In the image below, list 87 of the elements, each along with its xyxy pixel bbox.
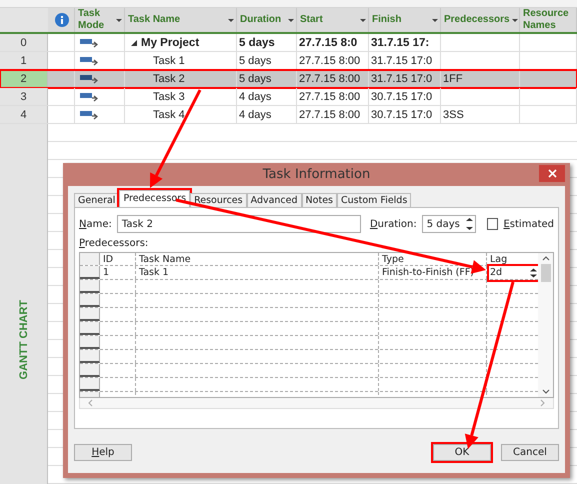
table-cell: Task 2	[153, 72, 185, 84]
spinner-icon	[529, 266, 538, 278]
help-button[interactable]: Help	[74, 444, 132, 460]
table-cell: 30.7.15 17:0	[371, 90, 432, 102]
grid-cell: Task 1	[139, 267, 169, 278]
info-icon	[54, 13, 68, 27]
tab[interactable]: Notes	[302, 193, 337, 207]
table-cell: My Project	[141, 36, 200, 48]
scroll-down-icon	[542, 389, 550, 394]
table-cell: 5 days	[239, 54, 272, 66]
row-selector[interactable]	[80, 336, 100, 349]
table-cell: 27.7.15 8:00	[299, 54, 360, 66]
row-number: 0	[0, 34, 48, 51]
spinner-icon	[465, 216, 474, 232]
table-cell: 1FF	[443, 72, 463, 84]
close-button[interactable]	[539, 165, 565, 182]
table-cell: 30.7.15 17:0	[371, 108, 432, 120]
scroll-up-icon	[542, 256, 550, 261]
column-header[interactable]: Finish	[372, 14, 430, 26]
row-number: 4	[0, 106, 48, 123]
task-mode-icon	[80, 92, 98, 102]
table-cell: Task 4	[153, 108, 185, 120]
row-selector[interactable]	[80, 308, 100, 321]
name-field[interactable]: Task 2	[116, 215, 361, 233]
column-header[interactable]: Task Name	[139, 254, 191, 264]
lag-field[interactable]: 2d	[490, 266, 538, 278]
table-cell: 31.7.15 17:0	[371, 72, 432, 84]
cancel-button[interactable]: Cancel	[501, 444, 559, 460]
table-cell: 5 days	[239, 36, 275, 48]
row-number: 2	[0, 70, 48, 87]
column-header[interactable]: Start	[300, 14, 358, 26]
column-header[interactable]: Lag	[490, 254, 508, 264]
column-header[interactable]: Duration	[240, 14, 286, 26]
column-header[interactable]: Task Name	[128, 14, 226, 26]
table-cell: 27.7.15 8:00	[299, 108, 360, 120]
tab[interactable]: Custom Fields	[337, 193, 412, 207]
row-selector[interactable]	[80, 294, 100, 307]
scrollbar[interactable]	[79, 398, 554, 409]
row-selector[interactable]	[80, 364, 100, 377]
table-cell: 31.7.15 17:	[371, 36, 430, 48]
column-header[interactable]: Task Mode	[78, 8, 114, 32]
task-mode-icon	[80, 74, 98, 84]
name-label: Name:	[79, 218, 112, 230]
table-cell: Task 1	[153, 54, 185, 66]
section-label: Predecessors:	[79, 238, 150, 249]
scrollbar[interactable]	[538, 253, 553, 397]
table-cell: 4 days	[239, 90, 272, 102]
row-number: 1	[0, 52, 48, 69]
row-selector[interactable]	[80, 280, 100, 293]
task-mode-icon	[80, 110, 98, 120]
checkbox-label: Estimated	[503, 218, 554, 230]
column-header[interactable]: ID	[103, 254, 114, 264]
table-row[interactable]: 3 Task 3 4 days 27.7.15 8:00 30.7.15 17:0	[0, 88, 577, 106]
row-selector[interactable]	[80, 378, 100, 391]
checkbox[interactable]	[487, 218, 498, 230]
collapse-icon	[131, 40, 137, 46]
table-cell: 27.7.15 8:00	[299, 90, 360, 102]
tab[interactable]: Resources	[190, 193, 247, 207]
duration-field[interactable]: 5 days	[422, 215, 476, 233]
table-cell: 27.7.15 8:00	[299, 72, 360, 84]
row-selector[interactable]	[80, 322, 100, 335]
tab[interactable]: Advanced	[246, 193, 302, 207]
column-header[interactable]: Predecessors	[444, 14, 510, 26]
duration-label: Duration:	[370, 218, 417, 230]
table-cell: 5 days	[239, 72, 272, 84]
tab[interactable]: Predecessors	[119, 190, 190, 207]
grid-cell: 1	[103, 267, 110, 278]
table-row[interactable]: 0 My Project 5 days 27.7.15 8:0 31.7.15 17:	[0, 34, 577, 52]
table-cell: 4 days	[239, 108, 272, 120]
dialog-title: Task Information	[262, 167, 370, 182]
tab[interactable]: General	[74, 193, 120, 207]
ok-button[interactable]: OK	[433, 444, 491, 460]
view-label: GANTT CHART	[18, 300, 30, 379]
row-number: 3	[0, 88, 48, 105]
row-selector[interactable]	[80, 266, 100, 279]
table-cell: 27.7.15 8:0	[299, 36, 358, 48]
close-icon	[548, 169, 556, 178]
row-selector[interactable]	[80, 350, 100, 363]
table-cell: Task 3	[153, 90, 185, 102]
task-mode-icon	[80, 56, 98, 66]
column-header[interactable]: Type	[382, 254, 404, 264]
scroll-thumb[interactable]	[540, 264, 550, 282]
task-mode-icon	[80, 38, 98, 48]
table-cell: 3SS	[443, 108, 464, 120]
column-header[interactable]: Resource Names	[523, 8, 574, 32]
table-cell: 31.7.15 17:0	[371, 54, 432, 66]
table-row[interactable]: 2 Task 2 5 days 27.7.15 8:00 31.7.15 17:0 1FF	[0, 70, 577, 88]
